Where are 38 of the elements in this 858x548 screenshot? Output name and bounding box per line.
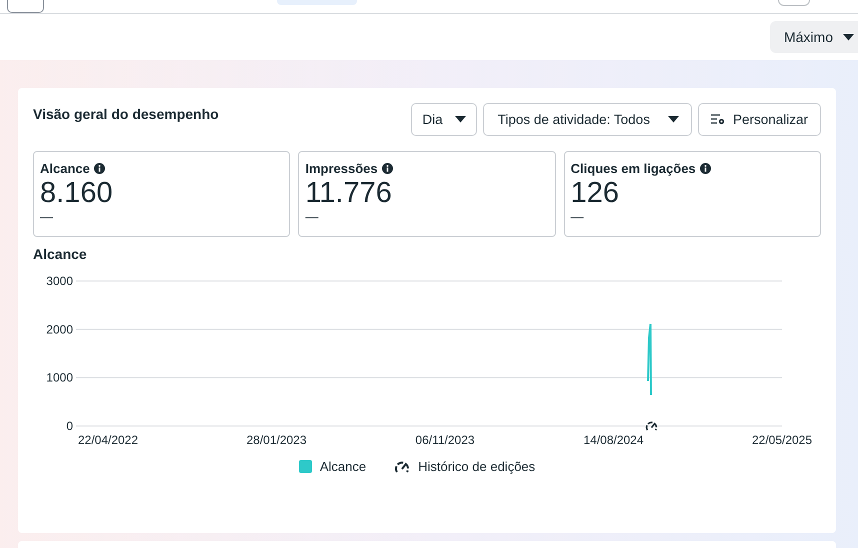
chart-line (647, 323, 652, 395)
axis-label: 2000 (46, 322, 73, 336)
period-dropdown[interactable]: Dia (411, 103, 477, 136)
metric-change: — (305, 209, 320, 224)
section-title: Visão geral do desempenho (33, 106, 220, 122)
info-icon (700, 162, 711, 174)
metric-label: Cliques em ligações (570, 160, 696, 176)
caret-icon (843, 34, 854, 40)
axis-label: 28/01/2023 (246, 433, 307, 447)
axis-label: 3000 (46, 274, 73, 288)
axis-label: 06/11/2023 (415, 433, 475, 447)
axis-label: 0 (66, 419, 73, 433)
axis-label: 22/05/2025 (752, 433, 812, 447)
toggle[interactable] (778, 0, 810, 6)
range-dropdown[interactable]: Máximo (770, 21, 858, 53)
activity-dropdown[interactable]: Tipos de atividade: Todos (482, 103, 692, 136)
metric-change: — (40, 209, 54, 224)
info-icon (382, 162, 393, 174)
axis-label: 1000 (46, 370, 73, 385)
metric-value: 11.776 (305, 177, 393, 209)
metric-value: 126 (570, 177, 620, 209)
edit-history-icon (646, 422, 656, 430)
metric-label: Alcance (40, 160, 90, 176)
axis-label: 22/04/2022 (78, 433, 138, 447)
metric-change: — (570, 209, 585, 224)
settings-icon (710, 114, 725, 125)
caret-icon (454, 116, 466, 123)
metric-label: Impressões (305, 160, 378, 176)
axis-label: 14/08/2024 (583, 433, 644, 447)
metric-value: 8.160 (40, 177, 114, 209)
gauge-icon (394, 460, 410, 474)
legend-label: Alcance (320, 459, 366, 474)
chart-title: Alcance (33, 246, 88, 262)
legend-label: Histórico de edições (418, 459, 536, 474)
info-icon (94, 162, 105, 174)
nav-tab[interactable] (277, 0, 357, 5)
caret-icon (668, 116, 679, 123)
customize-button[interactable]: Personalizar (698, 103, 821, 136)
